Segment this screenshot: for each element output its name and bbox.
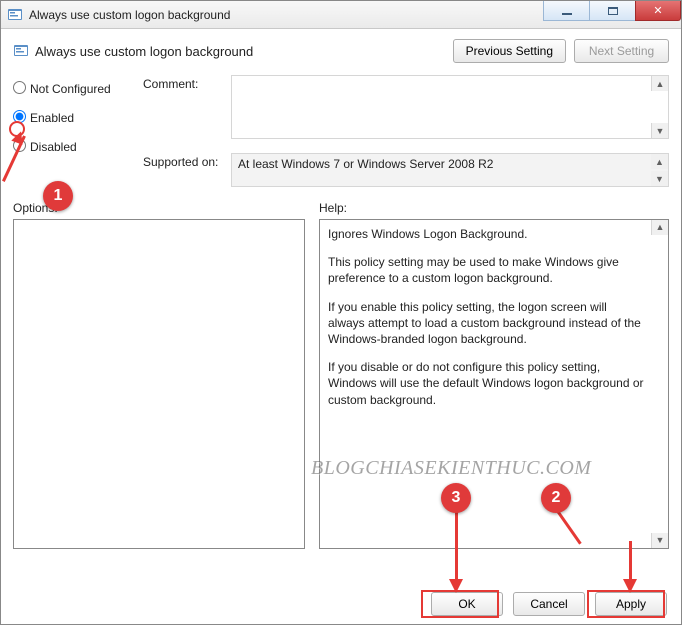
radio-disabled-label: Disabled bbox=[30, 140, 77, 154]
options-panel bbox=[13, 219, 305, 549]
policy-header: Always use custom logon background Previ… bbox=[1, 29, 681, 67]
comment-field[interactable]: ▲▼ bbox=[231, 75, 669, 139]
help-panel: Ignores Windows Logon Background. This p… bbox=[319, 219, 669, 549]
window-controls: ✕ bbox=[543, 1, 681, 21]
state-radio-group: Not Configured Enabled Disabled bbox=[13, 75, 143, 187]
scroll-up-icon[interactable]: ▲ bbox=[651, 220, 668, 235]
scroll-up-icon[interactable]: ▲ bbox=[651, 154, 668, 169]
radio-enabled-label: Enabled bbox=[30, 111, 74, 125]
radio-enabled[interactable]: Enabled bbox=[13, 110, 143, 125]
next-setting-button[interactable]: Next Setting bbox=[574, 39, 669, 63]
apply-button[interactable]: Apply bbox=[595, 592, 667, 616]
radio-disabled-input[interactable] bbox=[13, 139, 26, 152]
close-button[interactable]: ✕ bbox=[635, 1, 681, 21]
help-text-p1: Ignores Windows Logon Background. bbox=[328, 226, 646, 242]
help-label: Help: bbox=[319, 201, 669, 215]
annotation-arrow-2-head bbox=[623, 579, 637, 593]
options-label: Options: bbox=[13, 201, 319, 215]
scroll-down-icon[interactable]: ▼ bbox=[651, 123, 668, 138]
policy-title: Always use custom logon background bbox=[35, 44, 445, 59]
scroll-down-icon[interactable]: ▼ bbox=[651, 533, 668, 548]
policy-header-icon bbox=[13, 43, 29, 59]
dialog-buttons: OK Cancel Apply bbox=[431, 592, 667, 616]
config-area: Not Configured Enabled Disabled Comment:… bbox=[1, 67, 681, 187]
radio-not-configured-label: Not Configured bbox=[30, 82, 111, 96]
supported-on-value: At least Windows 7 or Windows Server 200… bbox=[238, 157, 493, 171]
help-text-p2: This policy setting may be used to make … bbox=[328, 254, 646, 286]
maximize-button[interactable] bbox=[589, 1, 635, 21]
panels-row: Ignores Windows Logon Background. This p… bbox=[1, 219, 681, 549]
radio-not-configured-input[interactable] bbox=[13, 81, 26, 94]
panel-labels: Options: Help: bbox=[1, 187, 681, 219]
titlebar: Always use custom logon background ✕ bbox=[1, 1, 681, 29]
supported-on-label: Supported on: bbox=[143, 153, 223, 169]
help-text-p4: If you disable or do not configure this … bbox=[328, 359, 646, 408]
radio-enabled-input[interactable] bbox=[13, 110, 26, 123]
annotation-arrow-3-head bbox=[449, 579, 463, 593]
supported-on-field: At least Windows 7 or Windows Server 200… bbox=[231, 153, 669, 187]
help-text-p3: If you enable this policy setting, the l… bbox=[328, 299, 646, 348]
radio-disabled[interactable]: Disabled bbox=[13, 139, 143, 154]
policy-icon bbox=[7, 7, 23, 23]
scroll-down-icon[interactable]: ▼ bbox=[651, 171, 668, 186]
radio-not-configured[interactable]: Not Configured bbox=[13, 81, 143, 96]
minimize-button[interactable] bbox=[543, 1, 589, 21]
previous-setting-button[interactable]: Previous Setting bbox=[453, 39, 566, 63]
cancel-button[interactable]: Cancel bbox=[513, 592, 585, 616]
ok-button[interactable]: OK bbox=[431, 592, 503, 616]
scroll-up-icon[interactable]: ▲ bbox=[651, 76, 668, 91]
comment-label: Comment: bbox=[143, 75, 223, 91]
window-title: Always use custom logon background bbox=[29, 8, 230, 22]
